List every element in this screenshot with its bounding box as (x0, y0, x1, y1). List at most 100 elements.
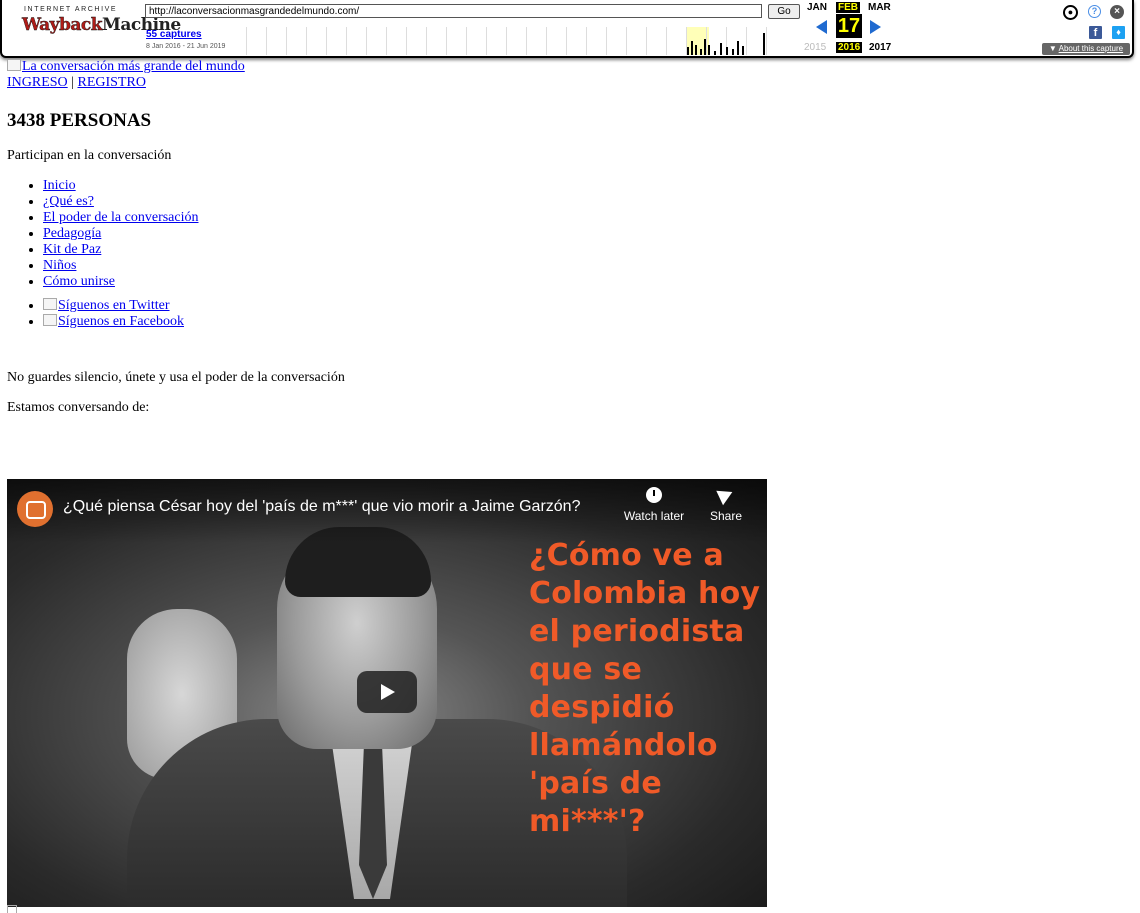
capture-bar (732, 49, 734, 55)
facebook-link-label: Síguenos en Facebook (58, 314, 184, 329)
sparkline-month-tick (646, 27, 647, 55)
broken-image-icon (43, 298, 57, 310)
sparkline-month-tick (566, 27, 567, 55)
social-links: Síguenos en Twitter Síguenos en Facebook (7, 298, 1127, 330)
go-button[interactable]: Go (768, 4, 800, 19)
sparkline-month-tick (366, 27, 367, 55)
capture-bar (687, 47, 689, 55)
twitter-link-label: Síguenos en Twitter (58, 298, 170, 313)
current-month: FEB (836, 2, 860, 13)
auth-separator: | (67, 75, 78, 90)
clock-icon (646, 487, 662, 503)
page-content: La conversación más grande del mundo ING… (7, 59, 1127, 907)
conversing-label: Estamos conversando de: (7, 400, 150, 415)
nav-item-como-unirse[interactable]: Cómo unirse (43, 274, 115, 289)
sparkline-month-tick (246, 27, 247, 55)
video-title[interactable]: ¿Qué piensa César hoy del 'país de m***'… (63, 498, 580, 516)
sparkline-month-tick (506, 27, 507, 55)
sparkline-month-tick (406, 27, 407, 55)
capture-bar (720, 43, 722, 55)
participant-count-subtitle: Participan en la conversación (7, 148, 172, 163)
wayback-machine-wordmark: WaybackMachine (22, 15, 181, 35)
sparkline-month-tick (546, 27, 547, 55)
participant-count: 3438 PERSONAS (7, 110, 152, 131)
sparkline-month-tick (346, 27, 347, 55)
prev-year[interactable]: 2015 (804, 42, 826, 53)
share-icon (716, 484, 736, 506)
next-year[interactable]: 2017 (869, 42, 891, 53)
twitter-link[interactable]: Síguenos en Twitter (43, 298, 170, 313)
sparkline-month-tick (326, 27, 327, 55)
capture-bar (700, 49, 702, 55)
capture-sparkline[interactable] (240, 27, 776, 55)
auth-links: INGRESO | REGISTRO (7, 75, 1127, 91)
share-label: Share (709, 509, 743, 523)
next-month[interactable]: MAR (868, 2, 891, 13)
capture-bar (726, 47, 728, 55)
sparkline-month-tick (426, 27, 427, 55)
sparkline-month-tick (606, 27, 607, 55)
sparkline-month-tick (526, 27, 527, 55)
capture-bar (737, 41, 739, 55)
facebook-link[interactable]: Síguenos en Facebook (43, 314, 184, 329)
register-link[interactable]: REGISTRO (77, 75, 145, 90)
wayback-logo[interactable]: INTERNET ARCHIVE WaybackMachine (22, 6, 181, 35)
current-day: 17 (836, 14, 862, 38)
internet-archive-label: INTERNET ARCHIVE (24, 6, 118, 13)
sparkline-month-tick (266, 27, 267, 55)
prev-month[interactable]: JAN (807, 2, 827, 13)
twitter-icon[interactable]: ♦ (1112, 26, 1125, 39)
tagline: No guardes silencio, únete y usa el pode… (7, 370, 345, 385)
login-link[interactable]: INGRESO (7, 75, 68, 90)
user-icon[interactable]: ● (1063, 5, 1078, 20)
sparkline-month-tick (386, 27, 387, 55)
captures-link[interactable]: 55 captures (146, 29, 202, 40)
video-player[interactable]: ¿Qué piensa César hoy del 'país de m***'… (7, 479, 767, 907)
facebook-icon[interactable]: f (1089, 26, 1102, 39)
main-nav: Inicio ¿Qué es? El poder de la conversac… (7, 178, 1127, 290)
prev-capture-arrow-icon[interactable] (816, 20, 827, 34)
site-logo-alt: La conversación más grande del mundo (22, 59, 245, 74)
watch-later-label: Watch later (623, 509, 685, 523)
capture-bar (695, 45, 697, 55)
sparkline-month-tick (446, 27, 447, 55)
help-icon[interactable]: ? (1088, 5, 1101, 18)
about-capture-button[interactable]: ▼ About this capture (1042, 43, 1130, 55)
sparkline-month-tick (466, 27, 467, 55)
capture-date-range: 8 Jan 2016 - 21 Jun 2019 (146, 43, 226, 50)
capture-bar (704, 39, 706, 55)
share-button[interactable]: Share (701, 484, 751, 523)
url-input[interactable]: http://laconversacionmasgrandedelmundo.c… (145, 4, 762, 18)
watch-later-button[interactable]: Watch later (619, 487, 689, 523)
nav-item-kit-de-paz[interactable]: Kit de Paz (43, 242, 101, 257)
nav-item-que-es[interactable]: ¿Qué es? (43, 194, 94, 209)
sparkline-month-tick (766, 27, 767, 55)
sparkline-month-tick (746, 27, 747, 55)
current-year: 2016 (836, 42, 863, 53)
capture-bar (742, 46, 744, 55)
video-overlay-text: ¿Cómo ve a Colombia hoy el periodista qu… (529, 538, 761, 839)
sparkline-month-tick (626, 27, 627, 55)
sparkline-month-tick (586, 27, 587, 55)
broken-image-icon (43, 314, 57, 326)
next-capture-arrow-icon[interactable] (870, 20, 881, 34)
sparkline-month-tick (286, 27, 287, 55)
sparkline-month-tick (486, 27, 487, 55)
capture-bar (714, 51, 716, 55)
sparkline-month-tick (666, 27, 667, 55)
nav-item-ninos[interactable]: Niños (43, 258, 76, 273)
nav-item-pedagogia[interactable]: Pedagogía (43, 226, 101, 241)
broken-image-icon (7, 59, 21, 71)
capture-bar (763, 33, 765, 55)
sparkline-month-tick (306, 27, 307, 55)
play-button-icon[interactable] (357, 671, 417, 713)
capture-bar (691, 41, 693, 55)
site-logo-link[interactable]: La conversación más grande del mundo (7, 59, 1127, 75)
nav-item-inicio[interactable]: Inicio (43, 178, 76, 193)
channel-avatar-icon[interactable] (17, 491, 53, 527)
wayback-toolbar: INTERNET ARCHIVE WaybackMachine http://l… (0, 0, 1134, 58)
sparkline-month-tick (706, 27, 707, 55)
close-icon[interactable]: × (1110, 5, 1124, 19)
nav-item-poder[interactable]: El poder de la conversación (43, 210, 199, 225)
capture-bar (708, 45, 710, 55)
